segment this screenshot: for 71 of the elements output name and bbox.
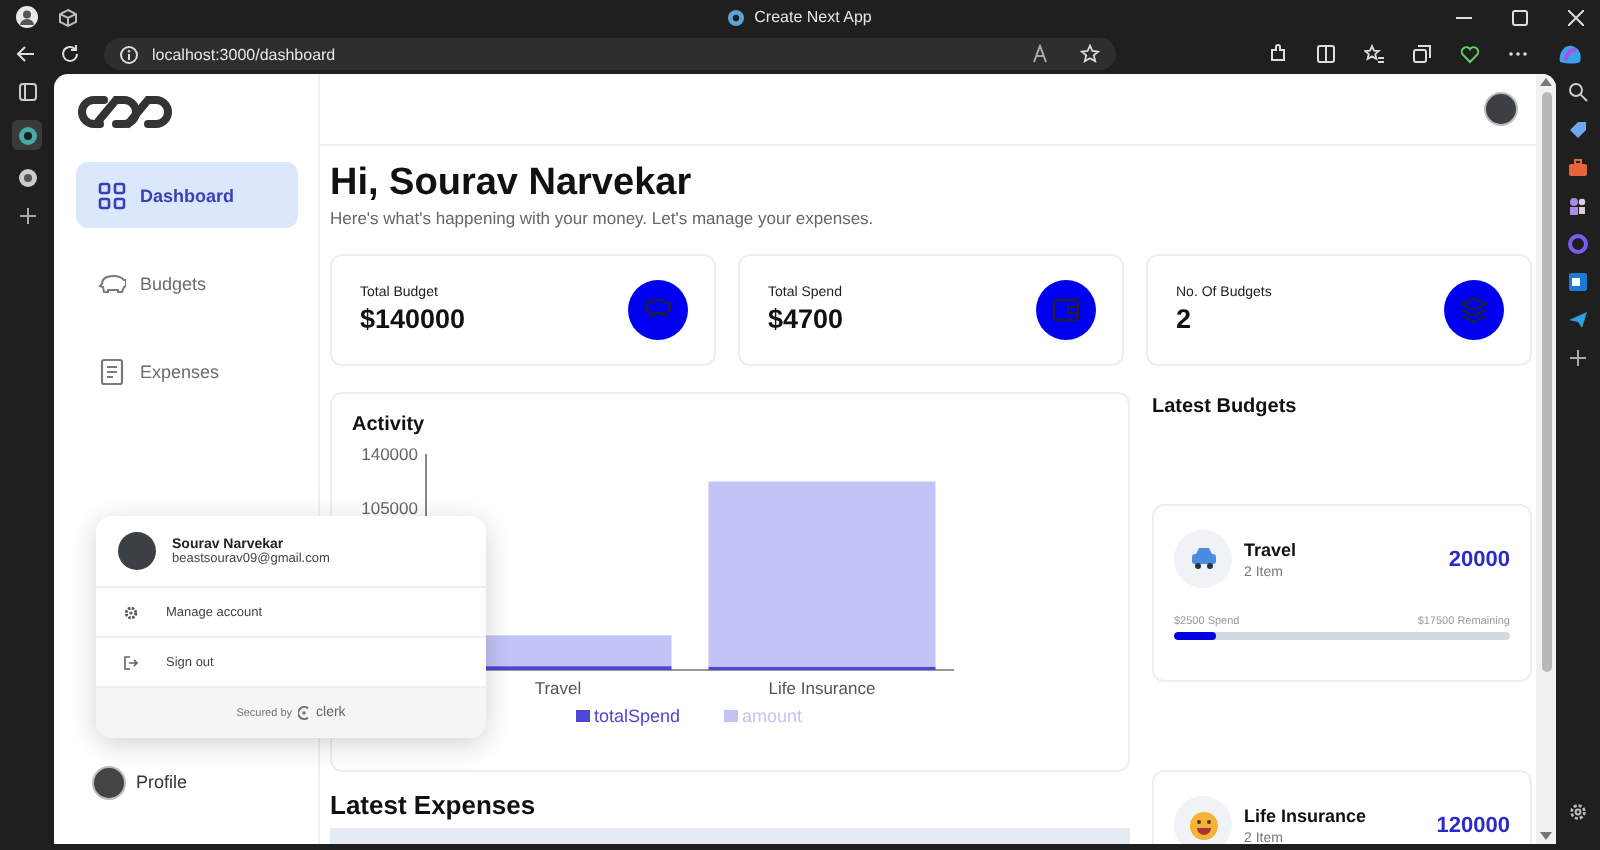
legend-swatch (724, 710, 738, 722)
legend-label: amount (742, 706, 803, 726)
greeting-title: Hi, Sourav Narvekar (330, 162, 694, 206)
read-aloud-icon[interactable] (1032, 44, 1052, 64)
axis-category-label: Life Insurance (768, 678, 876, 698)
close-icon[interactable] (1568, 9, 1584, 25)
add-icon[interactable] (1568, 348, 1588, 368)
extensions-icon[interactable] (1268, 44, 1288, 64)
avatar (118, 532, 156, 570)
tab-favicon-icon (728, 9, 745, 25)
info-icon (120, 45, 138, 63)
collections-icon[interactable] (1412, 44, 1432, 64)
briefcase-icon[interactable] (1568, 158, 1588, 178)
axis-tick-label: 105000 (361, 498, 418, 518)
tab-favicon-icon[interactable] (17, 168, 37, 188)
legend-label: totalSpend (594, 706, 681, 726)
stat-value: 2 (1176, 304, 1194, 334)
send-icon[interactable] (1568, 310, 1588, 330)
piggy-bank-icon (628, 280, 688, 340)
budget-name: Life Insurance (1244, 805, 1367, 825)
copilot-icon[interactable] (1556, 42, 1584, 66)
sidebar-toggle-icon[interactable] (17, 82, 37, 102)
scroll-down-icon[interactable] (1540, 832, 1552, 840)
tab-favicon-icon[interactable] (17, 125, 37, 145)
user-avatar[interactable] (1484, 92, 1518, 126)
star-icon[interactable] (1080, 44, 1100, 64)
people-icon[interactable] (1568, 196, 1588, 216)
profile-icon[interactable] (16, 6, 38, 28)
profile-button[interactable]: Profile (76, 764, 298, 800)
scrollbar[interactable] (1536, 74, 1556, 844)
axis-tick-label: 140000 (361, 444, 418, 464)
axis-category-label: Travel (534, 678, 582, 698)
document-icon (98, 357, 126, 385)
maximize-icon[interactable] (1512, 9, 1528, 25)
section-title: Latest Expenses (330, 790, 538, 820)
greeting-subtitle: Here's what's happening with your money. Let's manage your expenses. (330, 208, 876, 228)
grid-icon (98, 181, 126, 209)
nav-item[interactable]: Expenses (76, 338, 298, 404)
budget-name: Travel (1244, 539, 1297, 559)
heart-icon[interactable] (1460, 44, 1480, 64)
wallet-icon (1036, 280, 1096, 340)
budget-amount: 120000 (1436, 813, 1510, 837)
section-title: Latest Budgets (1152, 396, 1299, 418)
budget-amount: 20000 (1448, 547, 1510, 571)
nav-item[interactable]: Budgets (76, 250, 298, 316)
cube-icon[interactable] (58, 7, 78, 27)
chart-title: Activity (352, 414, 427, 436)
legend-swatch (576, 710, 590, 722)
piggy-bank-icon (98, 269, 126, 297)
address-bar[interactable]: localhost:3000/dashboard (104, 38, 1116, 70)
circle-logo-icon[interactable] (1568, 234, 1588, 254)
url-text: localhost:3000/dashboard (152, 45, 336, 63)
mail-icon[interactable] (1568, 272, 1588, 292)
refresh-icon[interactable] (60, 44, 80, 64)
tag-icon[interactable] (1568, 120, 1588, 140)
sign-out-icon (124, 655, 138, 669)
search-icon[interactable] (1568, 82, 1588, 102)
avatar (92, 765, 126, 799)
scroll-up-icon[interactable] (1540, 78, 1552, 86)
window-title: Create Next App (754, 8, 872, 26)
clerk-logo-icon (298, 706, 311, 720)
layers-icon (1444, 280, 1504, 340)
settings-icon[interactable] (1568, 802, 1588, 822)
split-screen-icon[interactable] (1316, 44, 1336, 64)
new-tab-icon[interactable] (17, 206, 37, 226)
nav-item[interactable]: Dashboard (76, 162, 298, 228)
settings-icon (124, 605, 138, 619)
stat-value: $140000 (360, 304, 466, 334)
back-icon[interactable] (16, 44, 36, 64)
favorites-icon[interactable] (1364, 44, 1384, 64)
stat-value: $4700 (768, 304, 844, 334)
